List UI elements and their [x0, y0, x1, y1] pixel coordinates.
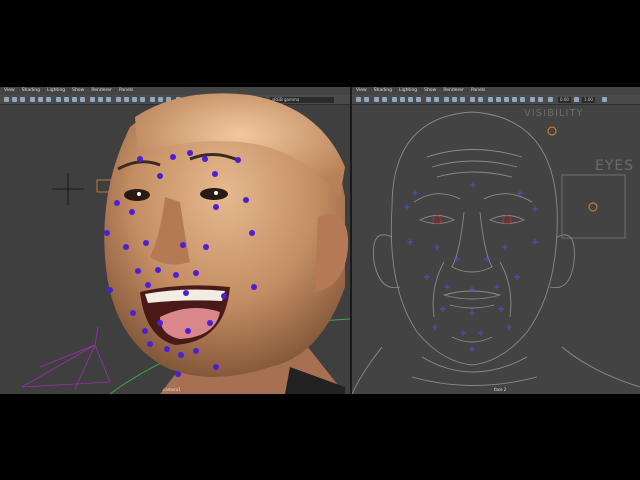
visibility-control[interactable]	[547, 126, 557, 136]
eyes-box	[561, 174, 626, 239]
camera-wireframe	[21, 326, 111, 390]
camera-label-left: camera1	[163, 387, 181, 392]
left-scene	[21, 93, 350, 394]
crosshair-icon	[52, 173, 84, 205]
visibility-label: VISIBILITY	[524, 108, 584, 119]
viewport-left[interactable]: View Shading Lighting Show Renderer Pane…	[0, 87, 350, 394]
eyes-label: EYES	[595, 158, 635, 174]
camera-label-right: face 2	[494, 387, 507, 392]
eye-left	[200, 188, 228, 200]
eye-right	[124, 189, 150, 201]
right-sketch	[352, 111, 640, 394]
sketch-controls[interactable]	[404, 182, 538, 352]
viewport-right[interactable]: View Shading Lighting Show Renderer Pane…	[352, 87, 640, 394]
eyes-aim-control[interactable]	[588, 202, 598, 212]
face-sketch-lines	[352, 111, 640, 394]
